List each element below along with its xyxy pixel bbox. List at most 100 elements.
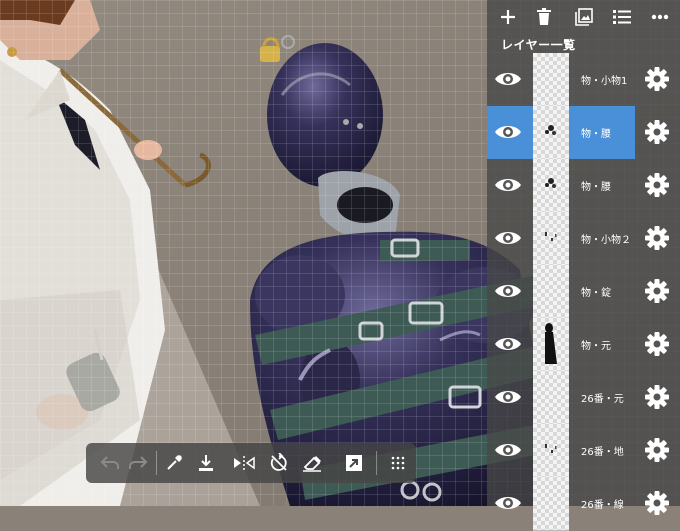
eye-icon — [495, 73, 521, 85]
layer-visibility-toggle[interactable] — [493, 278, 523, 304]
layer-thumbnail — [533, 371, 569, 425]
layer-visibility-toggle[interactable] — [493, 331, 523, 357]
layer-row[interactable]: 物・腰 — [487, 106, 680, 160]
layer-row[interactable]: 26番・地 — [487, 424, 680, 478]
layer-settings-button[interactable] — [645, 438, 669, 462]
trash-icon — [537, 8, 551, 25]
layer-row[interactable]: 物・腰 — [487, 159, 680, 213]
delete-layer-button[interactable] — [533, 6, 555, 28]
layer-thumbnail-art — [545, 444, 557, 453]
gear-icon — [645, 332, 669, 356]
import-icon — [199, 455, 213, 471]
layer-thumbnail — [533, 212, 569, 266]
layer-panel: レイヤー一覧 物・小物1 物・腰 物・腰 物・小物２ 物・錠 物・元 26番・元 26番・地 2… — [487, 0, 680, 531]
transform-icon — [346, 455, 362, 471]
layer-settings-button[interactable] — [645, 385, 669, 409]
more-icon — [651, 14, 669, 20]
grid-menu-button[interactable] — [386, 451, 410, 475]
layer-settings-button[interactable] — [645, 491, 669, 515]
layer-settings-button[interactable] — [645, 173, 669, 197]
layer-row[interactable]: 物・小物1 — [487, 53, 680, 107]
layer-thumbnail — [533, 318, 569, 372]
rotate-reset-icon — [270, 453, 287, 471]
layer-row[interactable]: 物・元 — [487, 318, 680, 372]
image-icon — [575, 8, 593, 26]
layer-thumbnail — [533, 106, 569, 160]
layer-thumbnail — [533, 424, 569, 478]
gear-icon — [645, 226, 669, 250]
flip-horizontal-icon — [234, 456, 255, 470]
layer-row[interactable]: 物・錠 — [487, 265, 680, 319]
layer-visibility-toggle[interactable] — [493, 66, 523, 92]
layer-visibility-toggle[interactable] — [493, 384, 523, 410]
layer-list-button[interactable] — [611, 6, 633, 28]
layer-row[interactable]: 物・小物２ — [487, 212, 680, 266]
layer-name: 物・元 — [581, 341, 611, 352]
eye-icon — [495, 285, 521, 297]
transform-button[interactable] — [342, 451, 366, 475]
undo-button[interactable] — [98, 451, 122, 475]
grid-menu-icon — [391, 456, 405, 470]
rotate-reset-button[interactable] — [267, 451, 291, 475]
layer-visibility-toggle[interactable] — [493, 490, 523, 516]
redo-button[interactable] — [126, 451, 150, 475]
eraser-button[interactable] — [300, 451, 324, 475]
layer-name: 物・腰 — [581, 129, 611, 140]
gear-icon — [645, 120, 669, 144]
layer-name: 物・小物２ — [581, 235, 631, 246]
layer-settings-button[interactable] — [645, 332, 669, 356]
toolbar-divider — [376, 451, 377, 475]
list-icon — [613, 10, 631, 24]
undo-icon — [100, 456, 119, 469]
layer-settings-button[interactable] — [645, 226, 669, 250]
eye-icon — [495, 232, 521, 244]
flip-horizontal-button[interactable] — [232, 451, 256, 475]
canvas-toolbar — [86, 443, 416, 483]
layer-image-button[interactable] — [573, 6, 595, 28]
layer-settings-button[interactable] — [645, 279, 669, 303]
toolbar-divider — [156, 451, 157, 475]
layer-thumbnail-art — [545, 323, 557, 364]
layer-thumbnail — [533, 477, 569, 531]
layer-name: 物・錠 — [581, 288, 611, 299]
layer-visibility-toggle[interactable] — [493, 437, 523, 463]
gear-icon — [645, 385, 669, 409]
layer-name: 物・腰 — [581, 182, 611, 193]
add-icon — [501, 10, 515, 24]
gear-icon — [645, 279, 669, 303]
layer-name: 26番・地 — [581, 447, 624, 458]
gear-icon — [645, 438, 669, 462]
layer-row[interactable]: 26番・線 — [487, 477, 680, 531]
layer-thumbnail — [533, 53, 569, 107]
gear-icon — [645, 491, 669, 515]
gear-icon — [645, 67, 669, 91]
layer-thumbnail-art — [545, 178, 556, 188]
layer-settings-button[interactable] — [645, 67, 669, 91]
eye-icon — [495, 126, 521, 138]
layer-name: 物・小物1 — [581, 76, 628, 87]
layer-name: 26番・線 — [581, 500, 624, 511]
layer-visibility-toggle[interactable] — [493, 119, 523, 145]
layer-more-button[interactable] — [649, 6, 671, 28]
eye-icon — [495, 179, 521, 191]
layer-row[interactable]: 26番・元 — [487, 371, 680, 425]
eye-icon — [495, 391, 521, 403]
layer-visibility-toggle[interactable] — [493, 225, 523, 251]
redo-icon — [129, 456, 148, 469]
layer-thumbnail — [533, 159, 569, 213]
add-layer-button[interactable] — [497, 6, 519, 28]
eraser-icon — [303, 456, 321, 472]
layer-thumbnail-art — [545, 232, 557, 241]
eye-icon — [495, 497, 521, 509]
layer-name: 26番・元 — [581, 394, 624, 405]
eye-icon — [495, 338, 521, 350]
import-button[interactable] — [194, 451, 218, 475]
layer-settings-button[interactable] — [645, 120, 669, 144]
layer-visibility-toggle[interactable] — [493, 172, 523, 198]
layer-thumbnail — [533, 265, 569, 319]
eyedropper-button[interactable] — [162, 451, 186, 475]
eye-icon — [495, 444, 521, 456]
layer-panel-title: レイヤー一覧 — [501, 38, 576, 52]
gear-icon — [645, 173, 669, 197]
layer-thumbnail-art — [545, 125, 556, 135]
